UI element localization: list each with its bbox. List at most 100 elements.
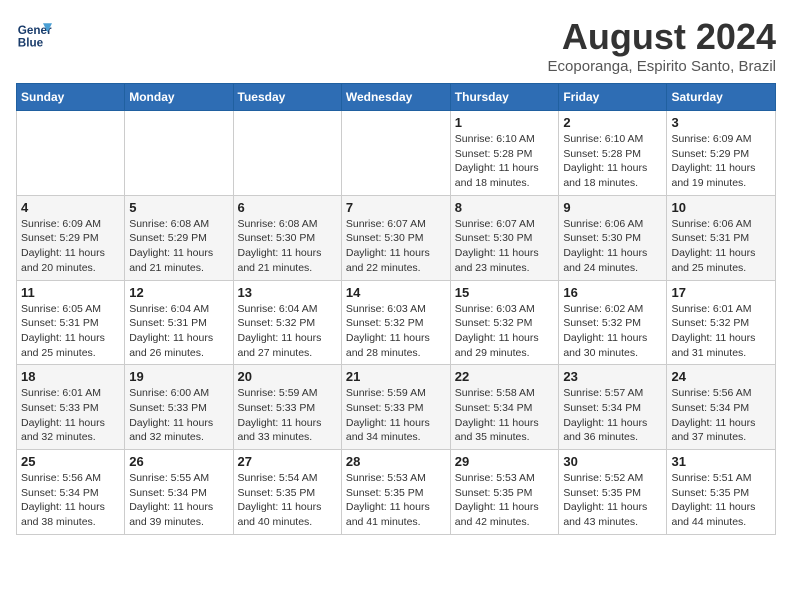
- day-number: 27: [238, 454, 337, 469]
- calendar-cell: [125, 111, 233, 196]
- day-number: 17: [671, 285, 771, 300]
- day-info: Sunrise: 6:07 AM Sunset: 5:30 PM Dayligh…: [346, 217, 446, 276]
- day-info: Sunrise: 6:04 AM Sunset: 5:31 PM Dayligh…: [129, 302, 228, 361]
- calendar-cell: [17, 111, 125, 196]
- calendar-cell: 29 Sunrise: 5:53 AM Sunset: 5:35 PM Dayli…: [450, 450, 559, 535]
- calendar-cell: 8 Sunrise: 6:07 AM Sunset: 5:30 PM Daylig…: [450, 195, 559, 280]
- day-info: Sunrise: 5:57 AM Sunset: 5:34 PM Dayligh…: [563, 386, 662, 445]
- day-info: Sunrise: 6:01 AM Sunset: 5:32 PM Dayligh…: [671, 302, 771, 361]
- weekday-header: Monday: [125, 84, 233, 111]
- day-info: Sunrise: 5:58 AM Sunset: 5:34 PM Dayligh…: [455, 386, 555, 445]
- calendar-cell: 23 Sunrise: 5:57 AM Sunset: 5:34 PM Dayli…: [559, 365, 667, 450]
- calendar-cell: 5 Sunrise: 6:08 AM Sunset: 5:29 PM Daylig…: [125, 195, 233, 280]
- day-info: Sunrise: 6:02 AM Sunset: 5:32 PM Dayligh…: [563, 302, 662, 361]
- day-number: 25: [21, 454, 120, 469]
- day-number: 14: [346, 285, 446, 300]
- day-number: 7: [346, 200, 446, 215]
- day-number: 28: [346, 454, 446, 469]
- calendar-week-row: 25Sunrise: 5:56 AM Sunset: 5:34 PM Dayli…: [17, 450, 776, 535]
- day-info: Sunrise: 6:08 AM Sunset: 5:30 PM Dayligh…: [238, 217, 337, 276]
- calendar-week-row: 11Sunrise: 6:05 AM Sunset: 5:31 PM Dayli…: [17, 280, 776, 365]
- day-number: 29: [455, 454, 555, 469]
- title-block: August 2024 Ecoporanga, Espirito Santo, …: [548, 16, 776, 75]
- calendar-cell: 4 Sunrise: 6:09 AM Sunset: 5:29 PM Daylig…: [17, 195, 125, 280]
- day-info: Sunrise: 5:53 AM Sunset: 5:35 PM Dayligh…: [455, 471, 555, 530]
- day-info: Sunrise: 6:06 AM Sunset: 5:30 PM Dayligh…: [563, 217, 662, 276]
- day-number: 1: [455, 115, 555, 130]
- calendar-cell: 17 Sunrise: 6:01 AM Sunset: 5:32 PM Dayli…: [667, 280, 776, 365]
- calendar-cell: 25Sunrise: 5:56 AM Sunset: 5:34 PM Dayli…: [17, 450, 125, 535]
- page-header: General Blue August 2024 Ecoporanga, Esp…: [16, 16, 776, 75]
- calendar-cell: 6 Sunrise: 6:08 AM Sunset: 5:30 PM Daylig…: [233, 195, 341, 280]
- day-number: 16: [563, 285, 662, 300]
- logo-icon: General Blue: [16, 16, 52, 52]
- day-info: Sunrise: 6:04 AM Sunset: 5:32 PM Dayligh…: [238, 302, 337, 361]
- day-number: 6: [238, 200, 337, 215]
- day-number: 5: [129, 200, 228, 215]
- calendar-cell: 27 Sunrise: 5:54 AM Sunset: 5:35 PM Dayli…: [233, 450, 341, 535]
- weekday-header: Sunday: [17, 84, 125, 111]
- calendar-cell: 9 Sunrise: 6:06 AM Sunset: 5:30 PM Daylig…: [559, 195, 667, 280]
- day-info: Sunrise: 6:10 AM Sunset: 5:28 PM Dayligh…: [455, 132, 555, 191]
- month-title: August 2024: [548, 16, 776, 58]
- calendar-week-row: 4 Sunrise: 6:09 AM Sunset: 5:29 PM Daylig…: [17, 195, 776, 280]
- svg-text:Blue: Blue: [18, 37, 44, 50]
- day-info: Sunrise: 6:09 AM Sunset: 5:29 PM Dayligh…: [21, 217, 120, 276]
- calendar-week-row: 1 Sunrise: 6:10 AM Sunset: 5:28 PM Daylig…: [17, 111, 776, 196]
- day-info: Sunrise: 5:59 AM Sunset: 5:33 PM Dayligh…: [346, 386, 446, 445]
- day-info: Sunrise: 6:10 AM Sunset: 5:28 PM Dayligh…: [563, 132, 662, 191]
- logo: General Blue: [16, 16, 52, 52]
- weekday-header: Tuesday: [233, 84, 341, 111]
- day-info: Sunrise: 6:01 AM Sunset: 5:33 PM Dayligh…: [21, 386, 120, 445]
- day-number: 20: [238, 369, 337, 384]
- day-info: Sunrise: 6:08 AM Sunset: 5:29 PM Dayligh…: [129, 217, 228, 276]
- calendar-cell: [233, 111, 341, 196]
- day-info: Sunrise: 6:07 AM Sunset: 5:30 PM Dayligh…: [455, 217, 555, 276]
- weekday-header: Thursday: [450, 84, 559, 111]
- day-info: Sunrise: 6:03 AM Sunset: 5:32 PM Dayligh…: [346, 302, 446, 361]
- calendar-cell: 21Sunrise: 5:59 AM Sunset: 5:33 PM Dayli…: [341, 365, 450, 450]
- weekday-header: Wednesday: [341, 84, 450, 111]
- calendar-header-row: SundayMondayTuesdayWednesdayThursdayFrid…: [17, 84, 776, 111]
- day-info: Sunrise: 5:54 AM Sunset: 5:35 PM Dayligh…: [238, 471, 337, 530]
- calendar-week-row: 18 Sunrise: 6:01 AM Sunset: 5:33 PM Dayli…: [17, 365, 776, 450]
- calendar-cell: 31 Sunrise: 5:51 AM Sunset: 5:35 PM Dayli…: [667, 450, 776, 535]
- day-number: 30: [563, 454, 662, 469]
- day-number: 3: [671, 115, 771, 130]
- day-number: 9: [563, 200, 662, 215]
- day-number: 24: [671, 369, 771, 384]
- calendar-cell: 20 Sunrise: 5:59 AM Sunset: 5:33 PM Dayli…: [233, 365, 341, 450]
- day-info: Sunrise: 5:59 AM Sunset: 5:33 PM Dayligh…: [238, 386, 337, 445]
- calendar-cell: 26 Sunrise: 5:55 AM Sunset: 5:34 PM Dayli…: [125, 450, 233, 535]
- day-number: 12: [129, 285, 228, 300]
- calendar-cell: 7 Sunrise: 6:07 AM Sunset: 5:30 PM Daylig…: [341, 195, 450, 280]
- day-number: 4: [21, 200, 120, 215]
- day-info: Sunrise: 5:53 AM Sunset: 5:35 PM Dayligh…: [346, 471, 446, 530]
- day-number: 19: [129, 369, 228, 384]
- calendar-cell: 28 Sunrise: 5:53 AM Sunset: 5:35 PM Dayli…: [341, 450, 450, 535]
- calendar-cell: 16 Sunrise: 6:02 AM Sunset: 5:32 PM Dayli…: [559, 280, 667, 365]
- day-number: 15: [455, 285, 555, 300]
- calendar-cell: 22Sunrise: 5:58 AM Sunset: 5:34 PM Dayli…: [450, 365, 559, 450]
- calendar-body: 1 Sunrise: 6:10 AM Sunset: 5:28 PM Daylig…: [17, 111, 776, 535]
- location: Ecoporanga, Espirito Santo, Brazil: [548, 58, 776, 75]
- weekday-header: Friday: [559, 84, 667, 111]
- day-info: Sunrise: 6:00 AM Sunset: 5:33 PM Dayligh…: [129, 386, 228, 445]
- weekday-header: Saturday: [667, 84, 776, 111]
- day-info: Sunrise: 5:51 AM Sunset: 5:35 PM Dayligh…: [671, 471, 771, 530]
- day-number: 10: [671, 200, 771, 215]
- calendar-cell: 1 Sunrise: 6:10 AM Sunset: 5:28 PM Daylig…: [450, 111, 559, 196]
- day-number: 31: [671, 454, 771, 469]
- day-number: 23: [563, 369, 662, 384]
- day-number: 8: [455, 200, 555, 215]
- calendar-cell: 3 Sunrise: 6:09 AM Sunset: 5:29 PM Daylig…: [667, 111, 776, 196]
- calendar-cell: 2Sunrise: 6:10 AM Sunset: 5:28 PM Daylig…: [559, 111, 667, 196]
- calendar-cell: 30Sunrise: 5:52 AM Sunset: 5:35 PM Dayli…: [559, 450, 667, 535]
- day-number: 26: [129, 454, 228, 469]
- day-info: Sunrise: 5:56 AM Sunset: 5:34 PM Dayligh…: [671, 386, 771, 445]
- day-number: 18: [21, 369, 120, 384]
- calendar-cell: 13Sunrise: 6:04 AM Sunset: 5:32 PM Dayli…: [233, 280, 341, 365]
- day-number: 11: [21, 285, 120, 300]
- day-info: Sunrise: 6:09 AM Sunset: 5:29 PM Dayligh…: [671, 132, 771, 191]
- day-info: Sunrise: 5:55 AM Sunset: 5:34 PM Dayligh…: [129, 471, 228, 530]
